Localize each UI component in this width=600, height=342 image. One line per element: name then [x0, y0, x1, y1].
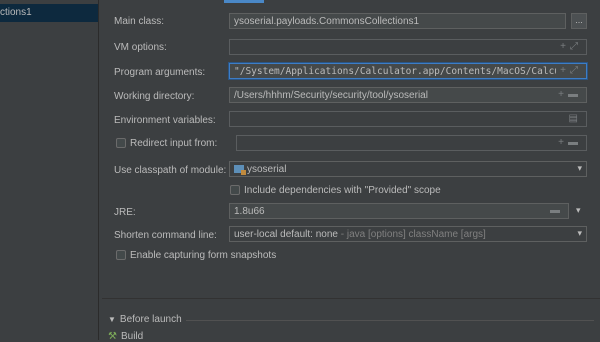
hammer-icon: ⚒ — [108, 331, 117, 342]
before-launch-item[interactable]: ⚒ Build — [108, 331, 143, 342]
program-arguments-value: "/System/Applications/Calculator.app/Con… — [234, 66, 556, 77]
browse-main-class-button[interactable]: ... — [571, 13, 587, 29]
build-task-label: Build — [120, 331, 144, 342]
expand-icon[interactable]: ⤢ — [570, 41, 582, 52]
tree-item-selected[interactable]: ctions1 — [0, 4, 98, 22]
expand-icon[interactable]: ⤢ — [570, 65, 582, 76]
plus-icon[interactable]: + — [558, 89, 568, 100]
document-icon[interactable]: ▤ — [569, 113, 582, 124]
form-snapshots-checkbox[interactable] — [116, 250, 126, 260]
plus-icon[interactable]: + — [560, 65, 570, 76]
before-launch-header[interactable]: ▼ Before launch — [108, 314, 182, 325]
plus-icon[interactable]: + — [560, 41, 570, 52]
working-directory-label: Working directory: — [114, 91, 195, 102]
shorten-cmd-hint: - java [options] className [args] — [337, 229, 486, 240]
shorten-cmd-value: user-local default: none — [234, 229, 338, 240]
folder-icon[interactable]: ▬ — [568, 137, 582, 148]
divider — [102, 298, 600, 299]
include-deps-checkbox[interactable] — [230, 185, 240, 195]
jre-dropdown-arrow[interactable]: ▾ — [576, 205, 581, 216]
chevron-down-icon: ▾ — [577, 163, 582, 173]
form-snapshots-label: Enable capturing form snapshots — [130, 250, 277, 261]
working-directory-value: /Users/hhhm/Security/security/tool/ysose… — [234, 90, 428, 101]
program-arguments-field[interactable]: "/System/Applications/Calculator.app/Con… — [229, 63, 587, 79]
main-class-value: ysoserial.payloads.CommonsCollections1 — [234, 16, 420, 27]
vm-options-field[interactable]: +⤢ — [229, 39, 587, 55]
include-deps-label: Include dependencies with "Provided" sco… — [244, 185, 441, 196]
active-tab-indicator — [224, 0, 264, 3]
triangle-down-icon: ▼ — [108, 315, 116, 324]
classpath-module-value: ysoserial — [247, 164, 287, 175]
redirect-input-field[interactable]: +▬ — [236, 135, 587, 151]
shorten-cmd-dropdown[interactable]: user-local default: none - java [options… — [229, 226, 587, 242]
plus-icon[interactable]: + — [558, 137, 568, 148]
env-vars-label: Environment variables: — [114, 115, 216, 126]
program-arguments-label: Program arguments: — [114, 67, 206, 78]
main-class-field[interactable]: ysoserial.payloads.CommonsCollections1 — [229, 13, 566, 29]
vm-options-label: VM options: — [114, 42, 167, 53]
tab-strip — [102, 0, 600, 4]
configurations-tree: ctions1 — [0, 0, 99, 340]
classpath-module-dropdown[interactable]: ysoserial ▾ — [229, 161, 587, 177]
main-class-label: Main class: — [114, 16, 165, 27]
jre-field[interactable]: 1.8u66 ▬ — [229, 203, 569, 219]
before-launch-divider — [186, 320, 594, 321]
tree-item-label: ctions1 — [0, 7, 32, 18]
module-icon — [234, 165, 246, 175]
classpath-module-label: Use classpath of module: — [114, 165, 227, 176]
shorten-cmd-label: Shorten command line: — [114, 230, 217, 241]
before-launch-label: Before launch — [119, 314, 182, 325]
folder-icon[interactable]: ▬ — [550, 205, 564, 216]
env-vars-field[interactable]: ▤ — [229, 111, 587, 127]
redirect-input-checkbox[interactable] — [116, 138, 126, 148]
jre-label: JRE: — [114, 207, 136, 218]
redirect-input-label: Redirect input from: — [130, 138, 218, 149]
working-directory-field[interactable]: /Users/hhhm/Security/security/tool/ysose… — [229, 87, 587, 103]
jre-value: 1.8u66 — [234, 206, 265, 217]
chevron-down-icon: ▾ — [577, 228, 582, 238]
folder-icon[interactable]: ▬ — [568, 89, 582, 100]
